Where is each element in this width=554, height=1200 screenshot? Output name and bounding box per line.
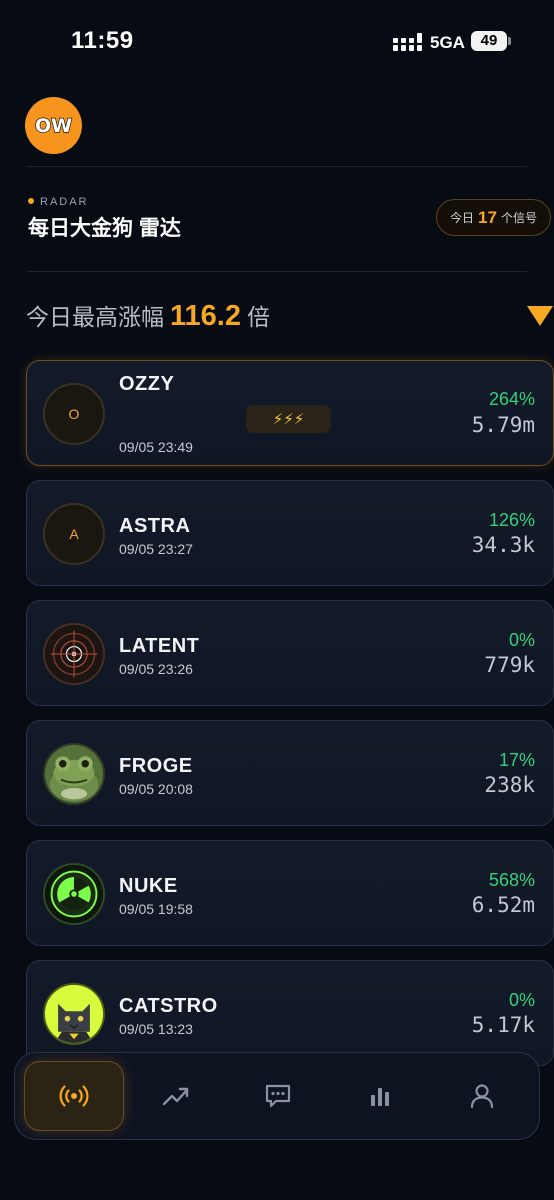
tab-profile[interactable]: [432, 1061, 532, 1131]
frog-avatar-icon: [43, 743, 105, 805]
token-time: 09/05 19:58: [119, 901, 193, 917]
top-gain-unit: 倍: [246, 304, 270, 330]
token-avatar-letter: A: [69, 526, 79, 542]
tab-radar[interactable]: [24, 1061, 124, 1131]
token-market-cap: 5.17k: [471, 1013, 535, 1037]
battery-tip: [508, 37, 511, 45]
token-time: 09/05 20:08: [119, 781, 193, 797]
stats-icon: [371, 1088, 389, 1106]
lightning-rating-icon: ⚡⚡⚡: [246, 405, 331, 433]
cat-avatar-icon: [43, 983, 105, 1045]
token-gain: 0%: [508, 630, 535, 650]
target-avatar-icon: [43, 623, 105, 685]
status-time: 11:59: [71, 27, 134, 54]
top-gain-label: 今日最高涨幅: [26, 304, 164, 330]
token-name: NUKE: [119, 875, 178, 897]
token-market-cap: 5.79m: [471, 413, 535, 437]
token-market-cap: 779k: [484, 653, 535, 677]
page-title: 每日大金狗 雷达: [28, 217, 181, 240]
token-avatar-letter: O: [68, 406, 80, 422]
signal-count-badge[interactable]: 今日 17 个信号: [436, 199, 551, 236]
radar-tag-label: RADAR: [40, 196, 89, 208]
signal-prefix: 今日: [450, 211, 475, 225]
token-name: CATSTRO: [119, 995, 218, 1017]
bottom-tab-bar: [14, 1052, 540, 1140]
token-market-cap: 238k: [484, 773, 535, 797]
token-time: 09/05 13:23: [119, 1021, 193, 1037]
app-logo-text: OW: [35, 115, 72, 137]
token-card[interactable]: FROGE 09/05 20:08 17% 238k: [26, 720, 554, 826]
radar-tag: RADAR: [28, 196, 89, 208]
signal-count: 17: [478, 207, 497, 227]
radar-icon: [59, 1085, 89, 1107]
token-gain: 0%: [508, 990, 535, 1010]
token-gain: 126%: [488, 510, 535, 530]
token-card[interactable]: NUKE 09/05 19:58 568% 6.52m: [26, 840, 554, 946]
tab-trend[interactable]: [126, 1061, 226, 1131]
tab-stats[interactable]: [330, 1061, 430, 1131]
network-type: 5GA: [430, 33, 465, 52]
token-card[interactable]: A ASTRA 09/05 23:27 126% 34.3k: [26, 480, 554, 586]
token-gain: 264%: [488, 389, 535, 409]
collapse-toggle-icon[interactable]: [527, 306, 553, 326]
battery-icon: 49: [471, 31, 507, 51]
chat-icon: [265, 1084, 291, 1108]
token-avatar: O: [43, 383, 105, 445]
tab-chat[interactable]: [228, 1061, 328, 1131]
cellular-signal-icon: [393, 33, 422, 51]
divider-top: [27, 166, 527, 167]
token-card[interactable]: LATENT 09/05 23:26 0% 779k: [26, 600, 554, 706]
top-gain-value: 116.2: [170, 300, 241, 332]
token-time: 09/05 23:49: [119, 439, 193, 455]
radar-dot: [28, 198, 34, 204]
token-name: LATENT: [119, 635, 200, 657]
trend-icon: [162, 1087, 189, 1106]
profile-icon: [470, 1084, 494, 1109]
token-name: OZZY: [119, 373, 175, 395]
radiation-avatar-icon: [43, 863, 105, 925]
token-market-cap: 6.52m: [471, 893, 535, 917]
token-name: ASTRA: [119, 515, 191, 537]
token-card[interactable]: CATSTRO 09/05 13:23 0% 5.17k: [26, 960, 554, 1066]
divider-mid: [27, 271, 527, 272]
signal-suffix: 个信号: [500, 211, 537, 225]
token-card[interactable]: O OZZY ⚡⚡⚡ 09/05 23:49 264% 5.79m: [26, 360, 554, 466]
token-market-cap: 34.3k: [471, 533, 535, 557]
token-time: 09/05 23:26: [119, 661, 193, 677]
app-logo[interactable]: OW: [25, 97, 82, 154]
status-bar: 11:59 5GA 49: [0, 0, 554, 80]
token-time: 09/05 23:27: [119, 541, 193, 557]
token-name: FROGE: [119, 755, 193, 777]
token-avatar: A: [43, 503, 105, 565]
token-gain: 568%: [488, 870, 535, 890]
token-gain: 17%: [498, 750, 535, 770]
top-gain-headline: 今日最高涨幅 116.2 倍: [26, 298, 270, 333]
